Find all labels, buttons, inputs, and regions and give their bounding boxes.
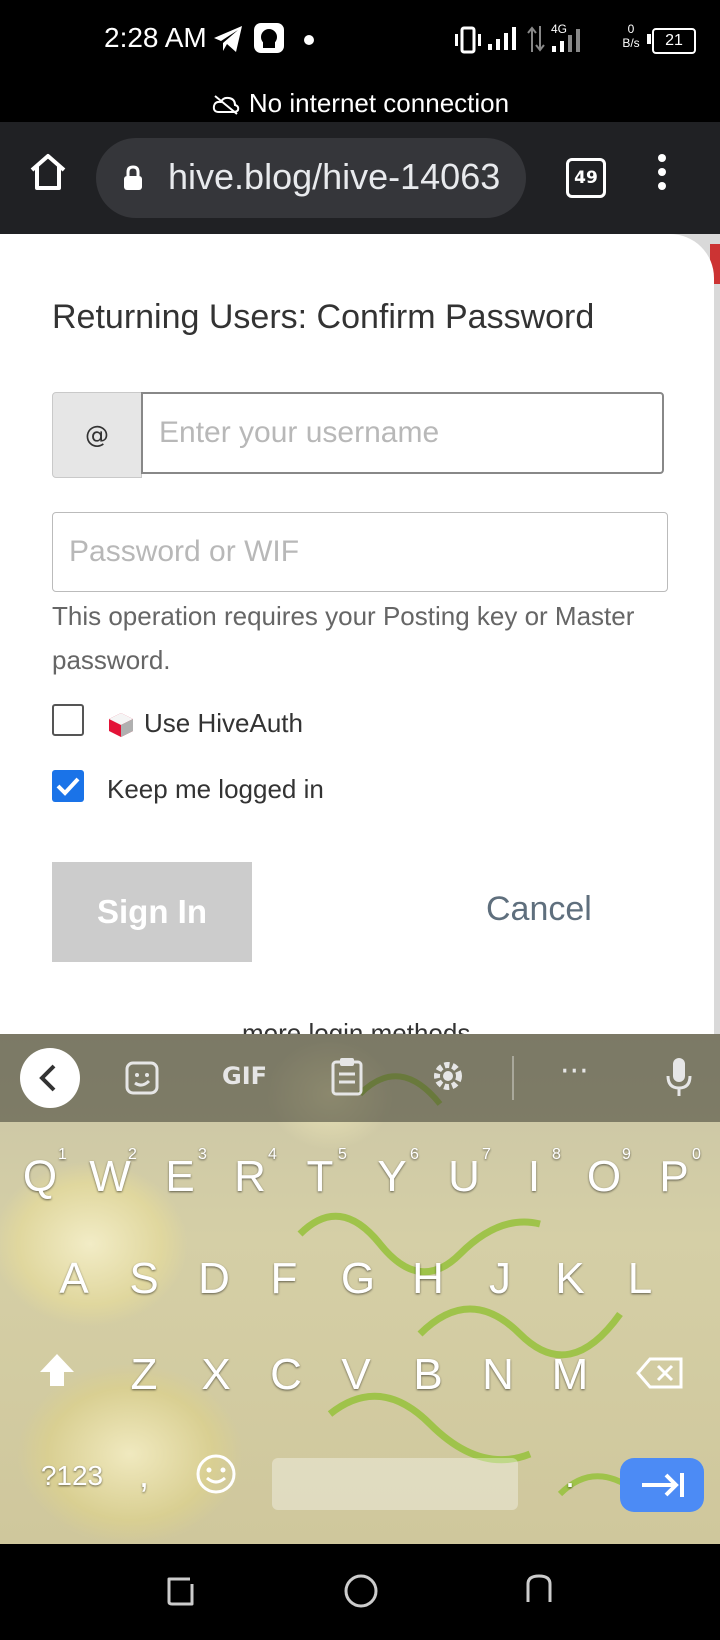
username-input[interactable] — [141, 392, 664, 474]
address-bar[interactable]: hive.blog/hive-14063 — [96, 138, 526, 218]
key-hint-1: 2 — [128, 1146, 137, 1163]
username-prefix: @ — [52, 392, 142, 478]
key-v[interactable]: V — [326, 1350, 386, 1400]
settings-gear-icon[interactable] — [430, 1058, 466, 1094]
login-modal: Returning Users: Confirm Password @ This… — [0, 234, 714, 1034]
period-key[interactable]: . — [540, 1454, 600, 1496]
system-nav-bar — [0, 1544, 720, 1640]
signal-icon — [488, 27, 516, 50]
soft-keyboard: GIF ··· ?123 , . Q 1 W 2 E 3 R 4 T 5 Y 6… — [0, 1034, 720, 1544]
tab-switcher-button[interactable]: 49 — [566, 158, 606, 198]
microphone-icon[interactable] — [664, 1056, 694, 1100]
no-connection-text: No internet connection — [248, 88, 510, 118]
battery-level: 21 — [665, 32, 683, 49]
more-menu-icon[interactable] — [654, 152, 670, 192]
key-hint-6: 7 — [482, 1146, 491, 1163]
emoji-key[interactable] — [194, 1452, 238, 1496]
password-hint: This operation requires your Posting key… — [52, 601, 635, 675]
status-time: 2:28 AM — [104, 22, 207, 53]
key-z[interactable]: Z — [114, 1350, 174, 1400]
password-input[interactable] — [52, 512, 668, 592]
url-text: hive.blog/hive-14063 — [168, 156, 501, 197]
keep-logged-label: Keep me logged in — [107, 774, 324, 804]
recents-nav-icon[interactable] — [164, 1574, 198, 1608]
more-options-button[interactable]: ··· — [560, 1054, 589, 1089]
hiveauth-icon — [109, 713, 133, 737]
key-l[interactable]: L — [610, 1254, 670, 1304]
key-f[interactable]: F — [254, 1254, 314, 1304]
key-a[interactable]: A — [44, 1254, 104, 1304]
app-notification-icon — [254, 23, 284, 53]
battery-icon: 21 — [652, 28, 696, 54]
key-k[interactable]: K — [540, 1254, 600, 1304]
browser-toolbar: hive.blog/hive-14063 49 — [0, 122, 720, 234]
key-hint-5: 6 — [410, 1146, 419, 1163]
key-g[interactable]: G — [328, 1254, 388, 1304]
checkmark-icon — [56, 777, 80, 796]
vibrate-icon — [455, 26, 481, 54]
key-j[interactable]: J — [470, 1254, 530, 1304]
gif-button[interactable]: GIF — [222, 1062, 267, 1090]
page-content: Returning Users: Confirm Password @ This… — [0, 234, 720, 1034]
sticker-icon[interactable] — [124, 1060, 160, 1096]
key-m[interactable]: M — [540, 1350, 600, 1400]
hiveauth-label: Use HiveAuth — [144, 708, 303, 738]
data-arrows-icon — [527, 26, 545, 52]
home-nav-icon[interactable] — [342, 1572, 380, 1610]
shift-key[interactable] — [36, 1350, 78, 1390]
cloud-off-icon — [212, 95, 240, 115]
key-hint-2: 3 — [198, 1146, 207, 1163]
keep-logged-checkbox[interactable] — [52, 770, 84, 802]
telegram-icon — [214, 26, 242, 52]
enter-key[interactable] — [620, 1458, 704, 1512]
chevron-left-icon — [39, 1064, 56, 1092]
no-connection-banner: No internet connection — [0, 84, 720, 122]
collapse-toolbar-button[interactable] — [20, 1048, 80, 1108]
key-x[interactable]: X — [186, 1350, 246, 1400]
comma-key[interactable]: , — [114, 1454, 174, 1496]
more-login-methods-link[interactable]: more login methods — [242, 1018, 470, 1034]
key-b[interactable]: B — [398, 1350, 458, 1400]
back-nav-icon[interactable] — [522, 1572, 556, 1606]
key-hint-4: 5 — [338, 1146, 347, 1163]
dot-icon — [304, 35, 314, 45]
key-h[interactable]: H — [398, 1254, 458, 1304]
net-speed-unit: B/s — [622, 36, 640, 50]
lock-icon — [124, 165, 142, 190]
tab-arrow-icon — [642, 1473, 684, 1497]
modal-title: Returning Users: Confirm Password — [52, 298, 595, 336]
keyboard-toolbar: GIF ··· — [0, 1034, 720, 1122]
key-s[interactable]: S — [114, 1254, 174, 1304]
key-hint-3: 4 — [268, 1146, 277, 1163]
key-d[interactable]: D — [184, 1254, 244, 1304]
net-speed-value: 0 — [627, 22, 635, 36]
key-hint-9: 0 — [692, 1146, 701, 1163]
symbols-key[interactable]: ?123 — [22, 1460, 122, 1492]
cancel-button[interactable]: Cancel — [486, 890, 592, 929]
key-n[interactable]: N — [468, 1350, 528, 1400]
net-speed: 0 B/s — [620, 22, 642, 50]
key-hint-0: 1 — [58, 1146, 67, 1163]
sign-in-button[interactable]: Sign In — [52, 862, 252, 962]
status-bar: 2:28 AM 4G 0 B/s 21 — [0, 0, 720, 84]
clipboard-icon[interactable] — [330, 1056, 364, 1096]
toolbar-divider — [512, 1056, 514, 1100]
backspace-key[interactable] — [636, 1356, 684, 1390]
key-hint-7: 8 — [552, 1146, 561, 1163]
battery-tip — [647, 34, 651, 44]
home-icon[interactable] — [28, 152, 68, 192]
space-key[interactable] — [272, 1458, 518, 1510]
signal-icon-2 — [552, 29, 580, 52]
hiveauth-checkbox[interactable] — [52, 704, 84, 736]
key-c[interactable]: C — [256, 1350, 316, 1400]
key-hint-8: 9 — [622, 1146, 631, 1163]
